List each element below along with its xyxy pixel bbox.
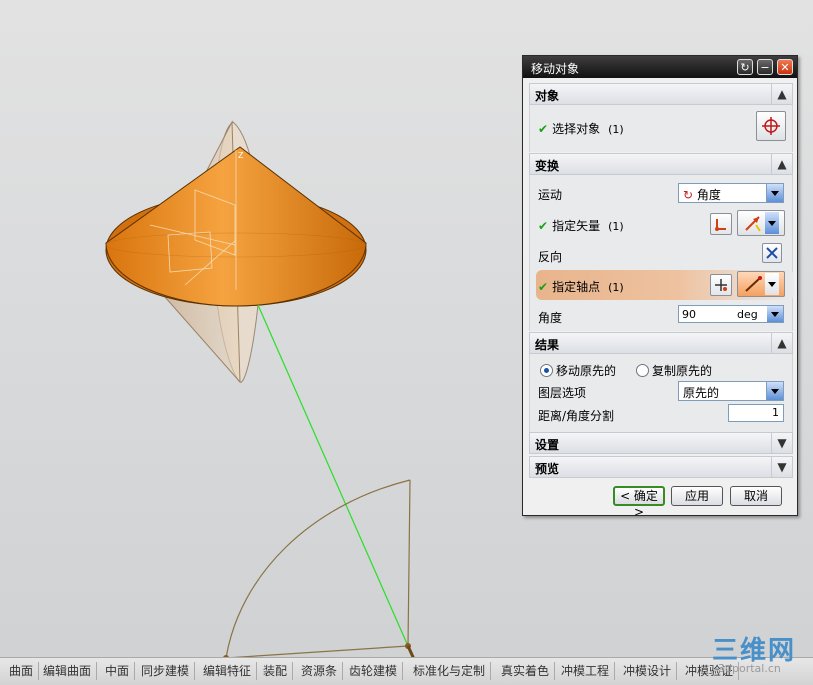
section-preview-title: 预览	[535, 462, 560, 476]
point-type-dropdown[interactable]	[737, 271, 785, 297]
crosshair-select-button[interactable]	[756, 111, 786, 141]
angle-input[interactable]: 90 deg	[678, 305, 784, 323]
inferred-vector-icon	[745, 216, 761, 232]
minimize-icon[interactable]: −	[757, 59, 773, 75]
reverse-direction-icon	[766, 247, 778, 259]
ok-button[interactable]: < 确定 >	[613, 486, 665, 519]
section-transform-header[interactable]: 变换 ▲	[529, 153, 793, 175]
motion-value-wrap: ↻ 角度	[683, 186, 721, 203]
section-settings-header[interactable]: 设置 ▼	[529, 432, 793, 454]
section-transform-title: 变换	[535, 159, 560, 173]
tab-item[interactable]: 资源条	[296, 662, 344, 680]
section-object-title: 对象	[535, 89, 560, 103]
radio-unselected-icon[interactable]	[636, 364, 649, 377]
motion-value: 角度	[696, 188, 721, 202]
apply-button[interactable]: 应用	[671, 486, 723, 506]
section-result-header[interactable]: 结果 ▲	[529, 332, 793, 354]
select-object-count: (1)	[608, 123, 624, 136]
section-settings-title: 设置	[535, 438, 560, 452]
axis-z-label: Z	[238, 151, 244, 160]
tab-item[interactable]: 曲面	[4, 662, 40, 680]
application-tab-bar: 曲面 编辑曲面 中面 同步建模 编辑特征 装配 资源条 齿轮建模 标准化与定制 真实着色 冲模工程冲…	[0, 657, 813, 685]
specify-vector-count: (1)	[608, 220, 624, 233]
motion-select[interactable]: ↻ 角度	[678, 183, 784, 203]
angle-sector	[225, 479, 411, 659]
specify-vector-label: 指定矢量	[552, 219, 601, 233]
dialog-titlebar[interactable]: 移动对象 ↻ − ✕	[523, 56, 797, 78]
point-dialog-button[interactable]	[710, 274, 732, 296]
tab-item[interactable]: 编辑曲面	[38, 662, 98, 680]
specify-axis-point-count: (1)	[608, 281, 624, 294]
move-original-label: 移动原先的	[556, 364, 617, 378]
expand-icon[interactable]: ▼	[771, 457, 792, 477]
check-icon: ✔	[538, 219, 549, 233]
vector-constructor-icon	[715, 219, 726, 231]
check-icon: ✔	[538, 280, 549, 294]
tab-item[interactable]: 冲模工程	[556, 662, 616, 680]
rotation-axis-line	[257, 304, 409, 647]
chevron-down-icon[interactable]	[766, 382, 783, 400]
select-object-label: 选择对象	[552, 122, 601, 136]
motion-label: 运动	[538, 188, 563, 202]
inferred-point-icon	[745, 276, 762, 292]
angle-motion-icon: ↻	[683, 188, 694, 202]
specify-axis-point-label-wrap: ✔ 指定轴点 (1)	[538, 278, 624, 295]
section-transform-body: 运动 ↻ 角度 ✔ 指定矢量 (1) 反向 ✔ 指定轴点 (1) 角度 90 d…	[529, 175, 794, 331]
tab-item[interactable]: 中面	[100, 662, 136, 680]
tab-item[interactable]: 冲模设计	[618, 662, 678, 680]
distance-angle-split-input[interactable]: 1	[728, 404, 784, 422]
reset-icon[interactable]: ↻	[737, 59, 753, 75]
value-options-icon[interactable]	[767, 306, 783, 322]
cancel-button[interactable]: 取消	[730, 486, 782, 506]
move-object-dialog: 移动对象 ↻ − ✕ 对象 ▲ ✔ 选择对象 (1) 变换 ▲ 运动 ↻ 角度 ✔ 指…	[522, 55, 798, 519]
tab-item[interactable]: 真实着色	[496, 662, 556, 680]
distance-angle-split-label: 距离/角度分割	[538, 409, 615, 423]
collapse-icon[interactable]: ▲	[771, 154, 792, 174]
expand-icon[interactable]: ▼	[771, 433, 792, 453]
layer-option-select[interactable]: 原先的	[678, 381, 784, 401]
tab-item[interactable]: 齿轮建模	[344, 662, 404, 680]
site-watermark-logo: 三维网 3dportal.cn	[708, 630, 808, 680]
tab-item[interactable]: 同步建模	[136, 662, 196, 680]
watermark-url: 3dportal.cn	[718, 662, 781, 675]
vector-dialog-button[interactable]	[710, 213, 732, 235]
angle-label: 角度	[538, 311, 563, 325]
copy-original-label: 复制原先的	[652, 364, 713, 378]
layer-option-value: 原先的	[683, 386, 720, 400]
close-icon[interactable]: ✕	[777, 59, 793, 75]
radio-selected-icon[interactable]	[540, 364, 553, 377]
section-preview-header[interactable]: 预览 ▼	[529, 456, 793, 478]
angle-value: 90	[682, 308, 696, 321]
specify-axis-point-label: 指定轴点	[552, 280, 601, 294]
vector-type-dropdown[interactable]	[737, 210, 785, 236]
chevron-down-icon[interactable]	[766, 184, 783, 202]
section-object-header[interactable]: 对象 ▲	[529, 83, 793, 105]
specify-vector-row[interactable]: ✔ 指定矢量 (1)	[538, 217, 624, 234]
chevron-down-icon[interactable]	[765, 273, 779, 295]
section-result-body: 移动原先的 复制原先的 图层选项 原先的 距离/角度分割 1	[529, 354, 793, 432]
tab-item[interactable]: 装配	[258, 662, 294, 680]
dialog-title: 移动对象	[531, 62, 580, 76]
tab-item[interactable]: 编辑特征	[198, 662, 258, 680]
collapse-icon[interactable]: ▲	[771, 84, 792, 104]
section-object-body: ✔ 选择对象 (1)	[529, 105, 793, 152]
tab-item[interactable]: 标准化与定制	[408, 662, 492, 680]
crosshair-icon	[762, 117, 780, 135]
section-result-title: 结果	[535, 338, 560, 352]
check-icon: ✔	[538, 122, 549, 136]
select-object-row[interactable]: ✔ 选择对象 (1)	[538, 120, 624, 137]
copy-original-radio[interactable]: 复制原先的	[636, 362, 712, 379]
angle-unit: deg	[737, 308, 758, 321]
chevron-down-icon[interactable]	[765, 212, 779, 234]
reverse-direction-button[interactable]	[762, 243, 782, 263]
collapse-icon[interactable]: ▲	[771, 333, 792, 353]
layer-option-label: 图层选项	[538, 386, 587, 400]
move-original-radio[interactable]: 移动原先的	[540, 362, 616, 379]
point-constructor-icon	[715, 279, 727, 291]
reverse-label: 反向	[538, 250, 563, 264]
